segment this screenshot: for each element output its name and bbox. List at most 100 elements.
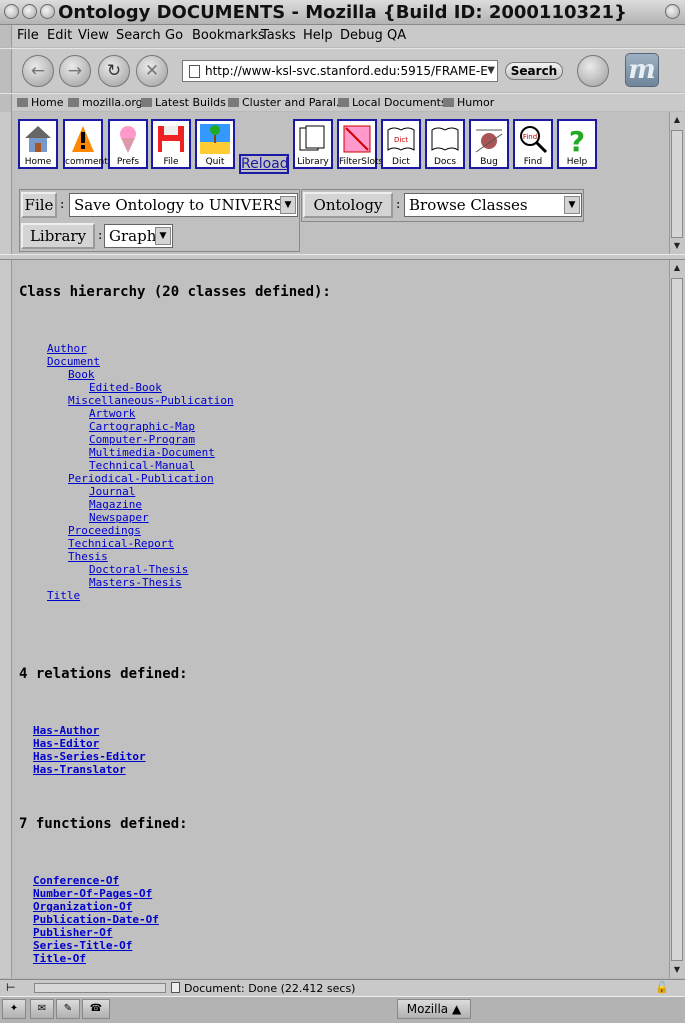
url-field[interactable]: http://www-ksl-svc.stanford.edu:5915/FRA…	[182, 60, 498, 82]
search-button[interactable]: Search	[505, 62, 563, 80]
bookmark-folder-local-documents[interactable]: Local Documents	[338, 96, 447, 109]
tool-bug-button[interactable]: Bug	[469, 119, 509, 169]
folder-icon	[443, 98, 454, 107]
tool-filter-slots-button[interactable]: FilterSlots	[337, 119, 383, 169]
function-link[interactable]: Organization-Of	[33, 900, 132, 913]
command-form: File : Save Ontology to UNIVERSE ▼ Ontol…	[19, 189, 584, 254]
reload-link[interactable]: Reload	[239, 154, 289, 174]
class-link[interactable]: Author	[47, 342, 87, 355]
class-link[interactable]: Artwork	[89, 407, 135, 420]
menu-debug[interactable]: Debug	[340, 28, 383, 43]
class-link[interactable]: Technical-Report	[68, 537, 174, 550]
menu-edit[interactable]: Edit	[47, 28, 72, 43]
function-link[interactable]: Conference-Of	[33, 874, 119, 887]
bookmark-folder-cluster[interactable]: Cluster and Paral...	[228, 96, 346, 109]
class-link[interactable]: Journal	[89, 485, 135, 498]
class-link[interactable]: Proceedings	[68, 524, 141, 537]
class-link[interactable]: Technical-Manual	[89, 459, 195, 472]
menu-tasks[interactable]: Tasks	[261, 28, 296, 43]
bookmark-latest-builds[interactable]: Latest Builds	[141, 96, 226, 109]
online-status-icon[interactable]: ⊢	[6, 981, 16, 994]
tool-prefs-button[interactable]: Prefs	[108, 119, 148, 169]
relation-link[interactable]: Has-Translator	[33, 763, 126, 776]
relation-link[interactable]: Has-Author	[33, 724, 99, 737]
print-icon[interactable]	[577, 55, 609, 87]
ontology-action-select[interactable]: Browse Classes ▼	[404, 193, 582, 217]
class-link[interactable]: Miscellaneous-Publication	[68, 394, 234, 407]
relation-link[interactable]: Has-Editor	[33, 737, 99, 750]
menu-bookmarks[interactable]: Bookmarks	[192, 28, 265, 43]
sidebar-grippy[interactable]	[0, 112, 12, 978]
floppy-disk-icon	[158, 126, 184, 152]
bookmark-icon	[68, 98, 79, 107]
address-book-icon[interactable]: ☎	[82, 999, 110, 1019]
navbar-grippy[interactable]	[0, 49, 12, 93]
function-link[interactable]: Series-Title-Of	[33, 939, 132, 952]
class-link[interactable]: Computer-Program	[89, 433, 195, 446]
page-proxy-icon[interactable]	[189, 65, 200, 78]
bookmark-folder-humor[interactable]: Humor	[443, 96, 494, 109]
ontology-button[interactable]: Ontology	[303, 192, 393, 218]
url-dropdown-icon[interactable]: ▼	[487, 61, 495, 81]
scroll-down-icon[interactable]: ▼	[671, 964, 683, 976]
tool-library-button[interactable]: Library	[293, 119, 333, 169]
start-menu-icon[interactable]: ✦	[2, 999, 26, 1019]
menu-help[interactable]: Help	[303, 28, 333, 43]
library-button[interactable]: Library	[21, 223, 95, 249]
menu-search[interactable]: Search	[116, 28, 161, 43]
class-link[interactable]: Cartographic-Map	[89, 420, 195, 433]
class-link[interactable]: Document	[47, 355, 100, 368]
window-shade-icon[interactable]	[665, 4, 680, 19]
back-arrow-icon[interactable]: ←	[22, 55, 54, 87]
scroll-up-icon[interactable]: ▲	[671, 114, 683, 126]
menu-qa[interactable]: QA	[387, 28, 406, 43]
class-link[interactable]: Magazine	[89, 498, 142, 511]
tool-find-button[interactable]: Find Find	[513, 119, 553, 169]
menubar-grippy[interactable]	[0, 25, 12, 47]
menu-file[interactable]: File	[17, 28, 39, 43]
class-link[interactable]: Doctoral-Thesis	[89, 563, 188, 576]
scroll-thumb[interactable]	[671, 278, 683, 961]
function-link[interactable]: Title-Of	[33, 952, 86, 965]
tool-docs-button[interactable]: Docs	[425, 119, 465, 169]
tool-comment-button[interactable]: comment	[63, 119, 108, 169]
composer-icon[interactable]: ✎	[56, 999, 80, 1019]
library-action-select[interactable]: Graph ▼	[104, 224, 173, 248]
class-link[interactable]: Book	[68, 368, 95, 381]
scroll-down-icon[interactable]: ▼	[671, 240, 683, 252]
bookmark-mozilla-org[interactable]: mozilla.org	[68, 96, 143, 109]
personalbar-grippy[interactable]	[0, 94, 12, 112]
file-action-select[interactable]: Save Ontology to UNIVERSE ▼	[69, 193, 298, 217]
class-link[interactable]: Newspaper	[89, 511, 149, 524]
class-link[interactable]: Periodical-Publication	[68, 472, 214, 485]
class-link[interactable]: Edited-Book	[89, 381, 162, 394]
tool-quit-button[interactable]: Quit	[195, 119, 235, 169]
menu-go[interactable]: Go	[165, 28, 183, 43]
scroll-thumb[interactable]	[671, 130, 683, 238]
top-frame-scrollbar[interactable]: ▲ ▼	[669, 112, 685, 254]
bookmark-home[interactable]: Home	[17, 96, 63, 109]
content-scrollbar[interactable]: ▲ ▼	[669, 260, 685, 978]
reload-icon[interactable]: ↻	[98, 55, 130, 87]
lock-icon[interactable]: 🔓	[655, 981, 669, 994]
class-link[interactable]: Title	[47, 589, 80, 602]
scroll-up-icon[interactable]: ▲	[671, 262, 683, 274]
mail-icon[interactable]: ✉	[30, 999, 54, 1019]
taskbar-mozilla-button[interactable]: Mozilla ▲	[397, 999, 471, 1019]
stop-icon[interactable]: ✕	[136, 55, 168, 87]
tool-dict-button[interactable]: Dict Dict	[381, 119, 421, 169]
function-link[interactable]: Publication-Date-Of	[33, 913, 159, 926]
tool-help-button[interactable]: ? Help	[557, 119, 597, 169]
tool-file-button[interactable]: File	[151, 119, 191, 169]
file-button[interactable]: File	[21, 192, 57, 218]
forward-arrow-icon[interactable]: →	[59, 55, 91, 87]
relation-link[interactable]: Has-Series-Editor	[33, 750, 146, 763]
tool-home-button[interactable]: Home	[18, 119, 58, 169]
function-link[interactable]: Publisher-Of	[33, 926, 112, 939]
class-link[interactable]: Thesis	[68, 550, 108, 563]
menu-view[interactable]: View	[78, 28, 109, 43]
class-link[interactable]: Multimedia-Document	[89, 446, 215, 459]
class-link[interactable]: Masters-Thesis	[89, 576, 182, 589]
function-link[interactable]: Number-Of-Pages-Of	[33, 887, 152, 900]
mozilla-logo-icon[interactable]: m	[625, 53, 659, 87]
